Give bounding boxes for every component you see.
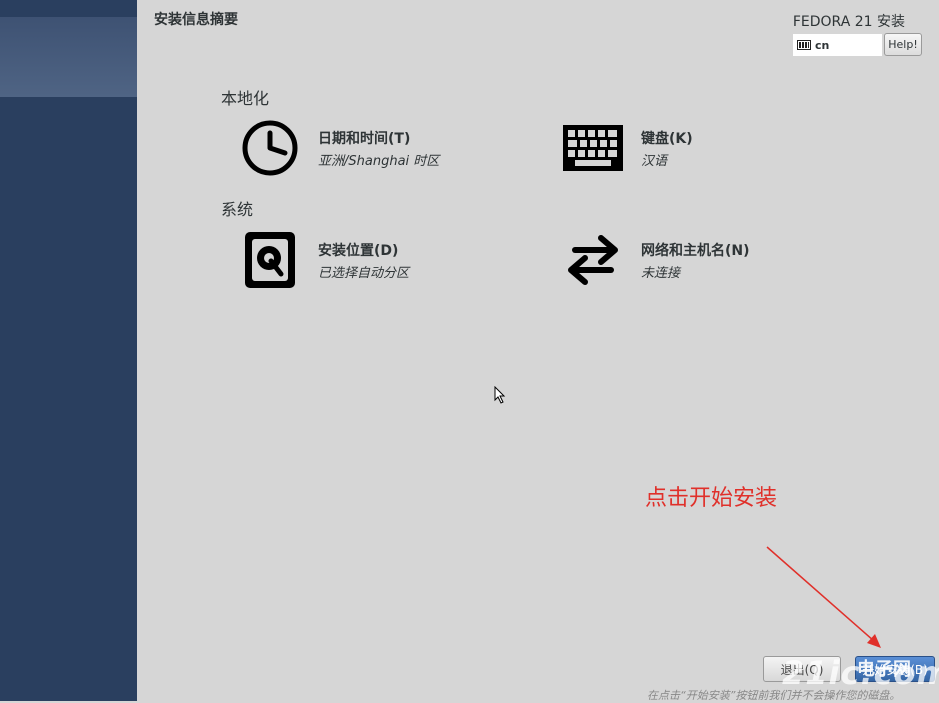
sidebar-logo — [0, 17, 137, 97]
spoke-status: 未连接 — [641, 265, 681, 281]
spoke-title: 日期和时间(T) — [318, 130, 411, 147]
keyboard-icon — [563, 118, 623, 178]
spoke-install-destination[interactable]: 安装位置(D) 已选择自动分区 — [240, 230, 409, 290]
keyboard-layout-label: cn — [815, 38, 830, 52]
clock-icon — [240, 118, 300, 178]
spoke-network-hostname[interactable]: 网络和主机名(N) 未连接 — [563, 230, 750, 290]
spoke-keyboard[interactable]: 键盘(K) 汉语 — [563, 118, 693, 178]
mouse-cursor-icon — [494, 385, 506, 408]
section-heading-localization: 本地化 — [221, 89, 270, 108]
spoke-status: 亚洲/Shanghai 时区 — [318, 153, 440, 169]
sidebar — [0, 0, 137, 701]
spoke-title: 键盘(K) — [641, 130, 693, 147]
annotation-text: 点击开始安装 — [645, 486, 778, 511]
spoke-date-time[interactable]: 日期和时间(T) 亚洲/Shanghai 时区 — [240, 118, 439, 178]
keyboard-small-icon — [797, 40, 811, 50]
keyboard-layout-indicator[interactable]: cn — [793, 34, 882, 56]
spoke-status: 汉语 — [641, 153, 668, 169]
section-heading-system: 系统 — [221, 200, 254, 219]
spoke-title: 安装位置(D) — [318, 242, 399, 259]
harddisk-icon — [240, 230, 300, 290]
help-button[interactable]: Help! — [884, 33, 922, 56]
page-title: 安装信息摘要 — [154, 12, 238, 28]
spoke-status: 已选择自动分区 — [318, 265, 410, 281]
watermark-cn: 电子网 — [857, 659, 911, 680]
spoke-title: 网络和主机名(N) — [641, 242, 750, 259]
network-arrows-icon — [563, 230, 623, 290]
product-title: FEDORA 21 安装 — [792, 14, 905, 30]
main-panel: 安装信息摘要 FEDORA 21 安装 cn Help! 本地化 日期和时间(T… — [137, 0, 939, 702]
